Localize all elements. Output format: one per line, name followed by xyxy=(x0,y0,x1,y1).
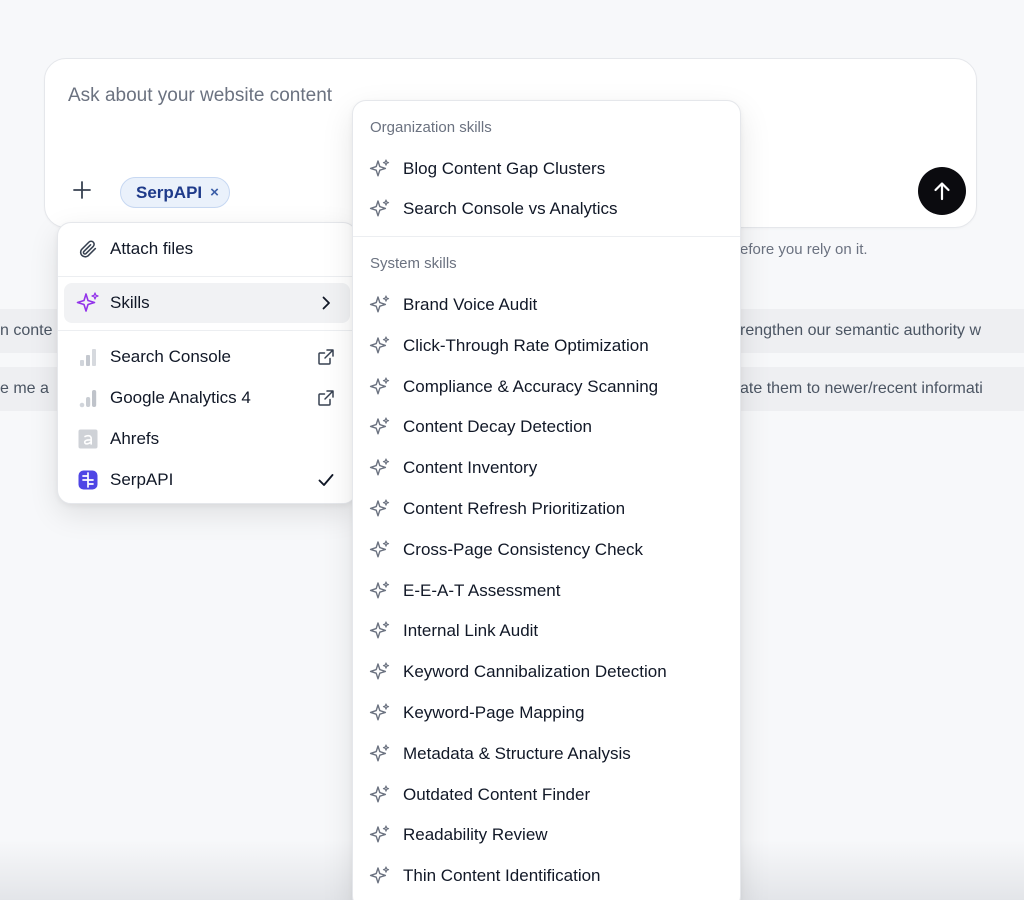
system-skill-item[interactable]: Keyword Cannibalization Detection xyxy=(359,653,735,691)
sparkle-icon xyxy=(369,457,391,479)
skill-label: Outdated Content Finder xyxy=(403,784,591,804)
integration-ahrefs[interactable]: Ahrefs xyxy=(64,419,350,459)
add-button[interactable] xyxy=(67,175,97,205)
arrow-up-icon xyxy=(934,182,950,201)
sparkle-icon xyxy=(369,702,391,724)
skill-label: Keyword Cannibalization Detection xyxy=(403,662,667,682)
organization-skill-item[interactable]: Search Console vs Analytics xyxy=(359,190,735,228)
add-menu: Attach files Skills Search Console Googl… xyxy=(57,222,357,504)
search-console-icon xyxy=(76,345,100,369)
skills-label: Skills xyxy=(110,293,150,312)
sparkle-icon xyxy=(369,376,391,398)
ahrefs-icon xyxy=(76,427,100,451)
suggestion-strip-right-2[interactable]: ate them to newer/recent informati xyxy=(740,367,1024,411)
integration-label: Google Analytics 4 xyxy=(110,388,251,407)
system-skill-item[interactable]: Compliance & Accuracy Scanning xyxy=(359,368,735,406)
integration-serpapi[interactable]: SerpAPI xyxy=(64,460,350,500)
sparkle-icon xyxy=(369,784,391,806)
send-button[interactable] xyxy=(918,167,966,215)
skill-label: Content Inventory xyxy=(403,458,538,478)
integration-label: SerpAPI xyxy=(110,470,174,489)
sparkle-icon xyxy=(369,539,391,561)
skill-label: Content Refresh Prioritization xyxy=(403,499,626,518)
system-skill-item[interactable]: Click-Through Rate Optimization xyxy=(359,327,735,365)
suggestion-text: rengthen our semantic authority w xyxy=(740,322,982,339)
system-skill-item[interactable]: Thin Content Identification xyxy=(359,857,735,895)
skill-label: Search Console vs Analytics xyxy=(403,199,618,218)
analytics-icon xyxy=(76,386,100,410)
suggestion-strip-left-1[interactable]: n conte xyxy=(0,309,62,353)
suggestion-text: ate them to newer/recent informati xyxy=(740,380,983,397)
suggestion-strip-right-1[interactable]: rengthen our semantic authority w xyxy=(740,309,1024,353)
skills-submenu: Organization skills Blog Content Gap Clu… xyxy=(352,100,741,900)
integration-google-analytics[interactable]: Google Analytics 4 xyxy=(64,378,350,418)
organization-skills-heading: Organization skills xyxy=(370,119,492,136)
attach-files-item[interactable]: Attach files xyxy=(64,229,350,269)
integration-label: Ahrefs xyxy=(110,429,160,448)
system-skill-item[interactable]: Outdated Content Finder xyxy=(359,776,735,814)
skill-label: Compliance & Accuracy Scanning xyxy=(403,376,659,396)
skill-label: Click-Through Rate Optimization xyxy=(403,335,649,355)
suggestion-text: n conte xyxy=(0,322,53,339)
skill-label: Blog Content Gap Clusters xyxy=(403,159,606,178)
system-skill-item[interactable]: Content Inventory xyxy=(359,449,735,487)
chip-label: SerpAPI xyxy=(136,182,203,202)
system-skill-item[interactable]: Keyword-Page Mapping xyxy=(359,694,735,732)
system-skill-item[interactable]: Brand Voice Audit xyxy=(359,286,735,324)
serpapi-chip: SerpAPI × xyxy=(120,177,230,208)
paperclip-icon xyxy=(76,237,100,261)
disclaimer-text: efore you rely on it. xyxy=(740,241,868,258)
attach-files-label: Attach files xyxy=(110,239,194,258)
chevron-right-icon xyxy=(314,291,338,315)
menu-divider xyxy=(58,276,356,277)
system-skill-item[interactable]: Content Decay Detection xyxy=(359,408,735,446)
system-skill-item[interactable]: Internal Link Audit xyxy=(359,612,735,650)
menu-divider xyxy=(58,330,356,331)
integration-label: Search Console xyxy=(110,347,231,366)
sparkle-icon xyxy=(369,335,391,357)
sparkle-icon xyxy=(369,580,391,602)
checkmark-icon xyxy=(314,468,338,492)
skill-label: Thin Content Identification xyxy=(403,866,601,886)
skills-item[interactable]: Skills xyxy=(64,283,350,323)
skill-label: Cross-Page Consistency Check xyxy=(403,539,643,559)
system-skill-item[interactable]: Cross-Page Consistency Check xyxy=(359,531,735,569)
sparkle-icon xyxy=(369,198,391,220)
system-skills-heading: System skills xyxy=(370,255,457,272)
sparkle-icon xyxy=(76,291,100,315)
sparkle-icon xyxy=(369,294,391,316)
skill-label: Readability Review xyxy=(403,825,548,845)
skills-divider xyxy=(353,236,740,237)
system-skill-item[interactable]: E-E-A-T Assessment xyxy=(359,572,735,610)
skill-label: Metadata & Structure Analysis xyxy=(403,743,631,763)
chip-remove-button[interactable]: × xyxy=(210,185,219,200)
skill-label: Brand Voice Audit xyxy=(403,295,538,314)
skill-label: Content Decay Detection xyxy=(403,417,592,437)
system-skill-item[interactable]: Readability Review xyxy=(359,816,735,854)
external-link-icon[interactable] xyxy=(314,386,338,410)
external-link-icon[interactable] xyxy=(314,345,338,369)
plus-icon xyxy=(73,181,91,199)
sparkle-icon xyxy=(369,661,391,683)
organization-skill-item[interactable]: Blog Content Gap Clusters xyxy=(359,150,735,188)
system-skill-item[interactable]: Content Refresh Prioritization xyxy=(359,490,735,528)
skill-label: Keyword-Page Mapping xyxy=(403,703,585,722)
suggestion-strip-left-2[interactable]: e me a xyxy=(0,367,62,411)
skill-label: Internal Link Audit xyxy=(403,621,539,641)
sparkle-icon xyxy=(369,416,391,438)
sparkle-icon xyxy=(369,824,391,846)
sparkle-icon xyxy=(369,620,391,642)
suggestion-text: e me a xyxy=(0,380,49,397)
sparkle-icon xyxy=(369,743,391,765)
skill-label: E-E-A-T Assessment xyxy=(403,580,561,600)
sparkle-icon xyxy=(369,158,391,180)
integration-search-console[interactable]: Search Console xyxy=(64,337,350,377)
serpapi-icon xyxy=(76,468,100,492)
sparkle-icon xyxy=(369,498,391,520)
system-skill-item[interactable]: Metadata & Structure Analysis xyxy=(359,735,735,773)
sparkle-icon xyxy=(369,865,391,887)
